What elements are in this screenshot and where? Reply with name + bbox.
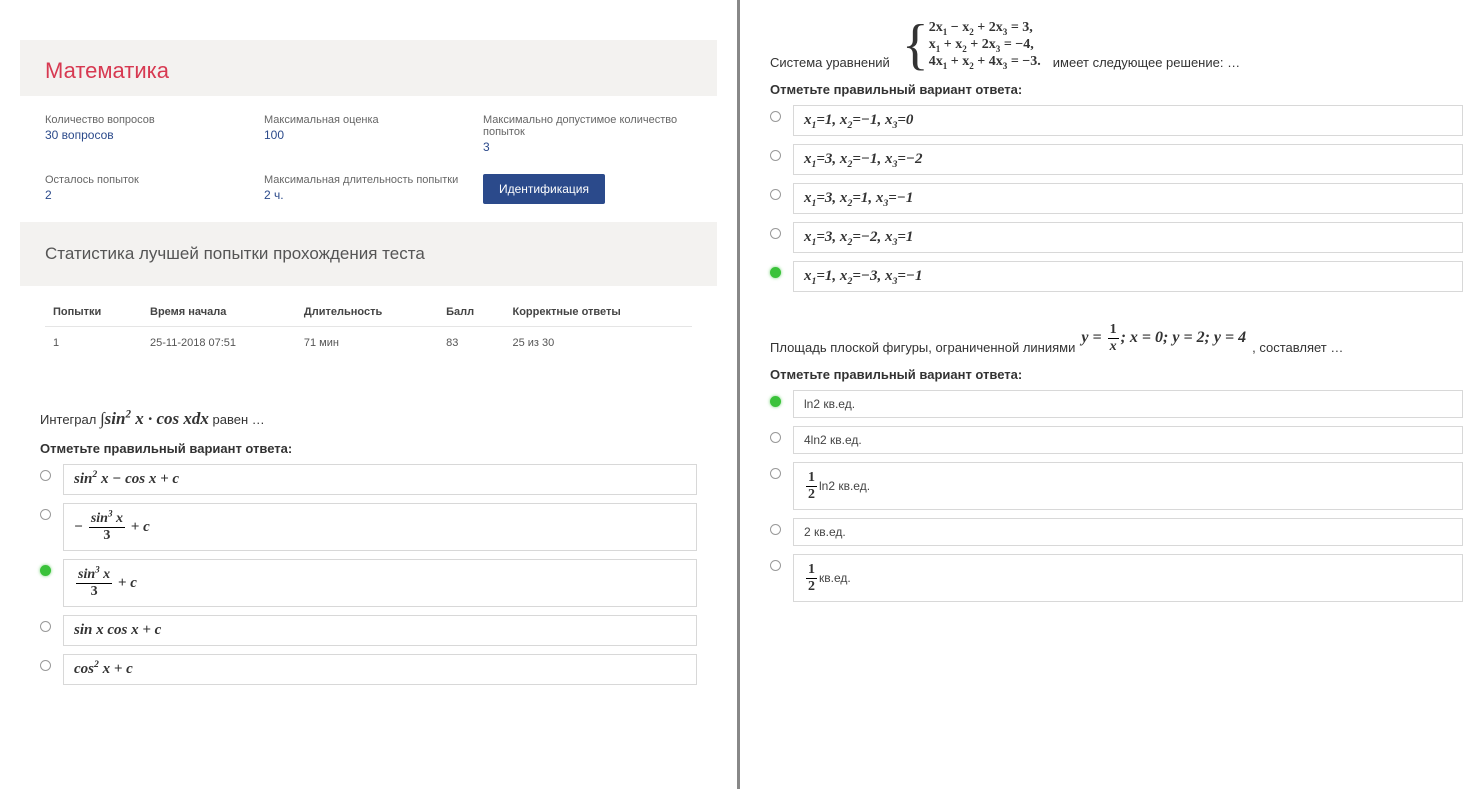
q1-option-1[interactable]: sin2 x − cos x + c — [40, 464, 697, 495]
radio-icon[interactable] — [770, 468, 781, 479]
table-row: 1 25-11-2018 07:51 71 мин 83 25 из 30 — [45, 327, 692, 360]
q2-option-2[interactable]: x1=3, x2=−1, x3=−2 — [770, 144, 1463, 175]
info-max-attempts: Максимально допустимое количество попыто… — [483, 114, 692, 154]
q3-instruction: Отметьте правильный вариант ответа: — [770, 367, 1463, 382]
q2-option-4[interactable]: x1=3, x2=−2, x3=1 — [770, 222, 1463, 253]
q1-option-3[interactable]: sin3 x3 + c — [40, 559, 697, 607]
info-question-count: Количество вопросов 30 вопросов — [45, 114, 254, 154]
radio-icon[interactable] — [770, 189, 781, 200]
test-header-card: Математика Количество вопросов 30 вопрос… — [20, 40, 717, 384]
radio-icon[interactable] — [770, 524, 781, 535]
test-title: Математика — [20, 40, 717, 96]
left-column: Математика Количество вопросов 30 вопрос… — [0, 0, 740, 789]
radio-icon[interactable] — [770, 150, 781, 161]
q2-option-5[interactable]: x1=1, x2=−3, x3=−1 — [770, 261, 1463, 292]
info-max-grade: Максимальная оценка 100 — [264, 114, 473, 154]
radio-icon[interactable] — [770, 432, 781, 443]
question-2: Система уравнений { 2x1 − x2 + 2x3 = 3, … — [770, 20, 1463, 292]
q3-lines-expr: y = 1x; x = 0; y = 2; y = 4 — [1081, 322, 1246, 355]
radio-icon[interactable] — [770, 560, 781, 571]
stats-table-wrap: Попытки Время начала Длительность Балл К… — [20, 286, 717, 384]
q1-instruction: Отметьте правильный вариант ответа: — [40, 441, 697, 456]
question-3: Площадь плоской фигуры, ограниченной лин… — [770, 322, 1463, 602]
q2-option-3[interactable]: x1=3, x2=1, x3=−1 — [770, 183, 1463, 214]
stats-title: Статистика лучшей попытки прохождения те… — [20, 222, 717, 286]
q3-option-3[interactable]: 12 ln2 кв.ед. — [770, 462, 1463, 510]
radio-icon[interactable] — [770, 396, 781, 407]
th-correct: Корректные ответы — [504, 296, 692, 327]
test-info-grid: Количество вопросов 30 вопросов Максимал… — [20, 96, 717, 222]
q2-stem: Система уравнений { 2x1 − x2 + 2x3 = 3, … — [770, 20, 1463, 70]
identification-button[interactable]: Идентификация — [483, 174, 605, 204]
q3-stem: Площадь плоской фигуры, ограниченной лин… — [770, 322, 1463, 355]
question-1: Интеграл ∫sin2 x · cos xdx равен … Отмет… — [40, 409, 697, 685]
q1-options: sin2 x − cos x + c − sin3 x3 + c sin3 x3… — [40, 464, 697, 685]
th-score: Балл — [438, 296, 504, 327]
q3-option-2[interactable]: 4ln2 кв.ед. — [770, 426, 1463, 454]
right-column: Система уравнений { 2x1 − x2 + 2x3 = 3, … — [740, 0, 1473, 789]
th-start: Время начала — [142, 296, 296, 327]
q1-option-5[interactable]: cos2 x + c — [40, 654, 697, 685]
q1-option-4[interactable]: sin x cos x + c — [40, 615, 697, 646]
th-duration: Длительность — [296, 296, 438, 327]
q2-instruction: Отметьте правильный вариант ответа: — [770, 82, 1463, 97]
q3-option-1[interactable]: ln2 кв.ед. — [770, 390, 1463, 418]
info-attempts-left: Осталось попыток 2 — [45, 174, 254, 204]
q3-option-4[interactable]: 2 кв.ед. — [770, 518, 1463, 546]
q1-integral-expr: ∫sin2 x · cos xdx — [100, 409, 209, 428]
table-header-row: Попытки Время начала Длительность Балл К… — [45, 296, 692, 327]
radio-icon[interactable] — [40, 621, 51, 632]
q2-system-expr: { 2x1 − x2 + 2x3 = 3, x1 + x2 + 2x3 = −4… — [902, 20, 1041, 70]
q3-options: ln2 кв.ед. 4ln2 кв.ед. 12 ln2 кв.ед. 2 к… — [770, 390, 1463, 602]
radio-icon[interactable] — [40, 565, 51, 576]
radio-icon[interactable] — [770, 111, 781, 122]
info-button-cell: Идентификация — [483, 174, 692, 204]
q2-options: x1=1, x2=−1, x3=0 x1=3, x2=−1, x3=−2 x1=… — [770, 105, 1463, 292]
radio-icon[interactable] — [40, 470, 51, 481]
q1-stem: Интеграл ∫sin2 x · cos xdx равен … — [40, 409, 697, 429]
q3-option-5[interactable]: 12 кв.ед. — [770, 554, 1463, 602]
radio-icon[interactable] — [770, 267, 781, 278]
info-max-duration: Максимальная длительность попытки 2 ч. — [264, 174, 473, 204]
radio-icon[interactable] — [770, 228, 781, 239]
th-attempts: Попытки — [45, 296, 142, 327]
radio-icon[interactable] — [40, 660, 51, 671]
q2-option-1[interactable]: x1=1, x2=−1, x3=0 — [770, 105, 1463, 136]
radio-icon[interactable] — [40, 509, 51, 520]
q1-option-2[interactable]: − sin3 x3 + c — [40, 503, 697, 551]
stats-table: Попытки Время начала Длительность Балл К… — [45, 296, 692, 359]
